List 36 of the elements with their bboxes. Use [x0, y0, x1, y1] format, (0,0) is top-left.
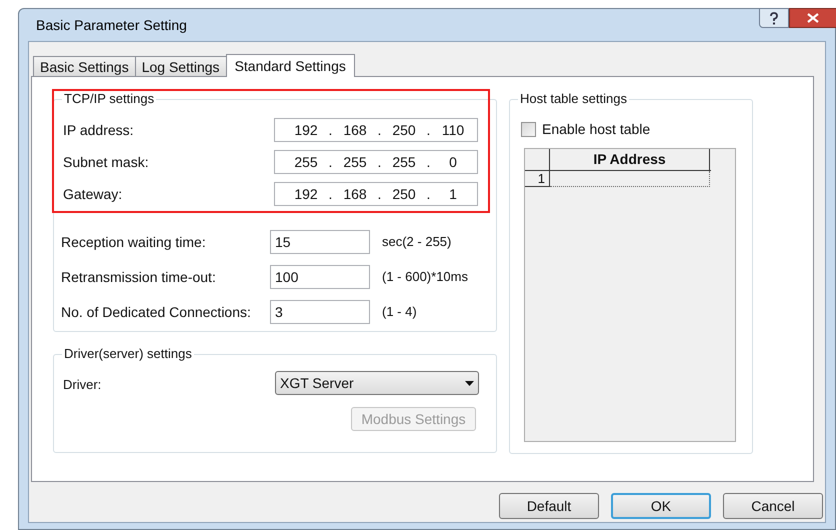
field-label: Reception waiting time: [61, 232, 207, 252]
field-label: Subnet mask: [63, 152, 150, 172]
ip-address-field[interactable]: 192 . 168 . 250 . 1 [274, 182, 478, 206]
help-icon [769, 12, 779, 24]
number-field[interactable]: 3 [270, 300, 370, 324]
group-title: Driver(server) settings [62, 346, 194, 362]
tab[interactable]: Basic Settings [33, 56, 136, 76]
range-hint: (1 - 600)*10ms [382, 268, 468, 286]
dialog-button[interactable]: Cancel [723, 493, 823, 519]
field-label: No. of Dedicated Connections: [61, 302, 252, 322]
tab[interactable]: Standard Settings [226, 54, 355, 77]
group-title: TCP/IP settings [62, 91, 156, 107]
help-button[interactable] [759, 8, 789, 28]
ip-address-field[interactable]: 255 . 255 . 255 . 0 [274, 150, 478, 174]
table-cell[interactable] [550, 171, 710, 187]
checkbox-label: Enable host table [542, 120, 650, 139]
number-field[interactable]: 15 [270, 230, 370, 254]
close-button[interactable] [789, 8, 836, 28]
close-icon [807, 13, 819, 23]
driver-dropdown[interactable]: XGT Server [275, 371, 479, 395]
dialog-button[interactable]: Default [499, 493, 599, 519]
window-title: Basic Parameter Setting [36, 16, 187, 35]
range-hint: (1 - 4) [382, 303, 417, 322]
ip-address-field[interactable]: 192 . 168 . 250 . 110 [274, 118, 478, 142]
range-hint: sec(2 - 255) [382, 233, 452, 252]
group-title: Host table settings [518, 91, 629, 107]
field-label: Retransmission time-out: [61, 268, 217, 286]
dialog-button[interactable]: OK [611, 493, 711, 519]
tab[interactable]: Log Settings [134, 56, 227, 76]
field-label: Gateway: [63, 184, 124, 204]
checkbox[interactable] [521, 122, 536, 137]
number-field[interactable]: 100 [270, 265, 370, 289]
field-label: IP address: [63, 120, 135, 140]
driver-label: Driver: [63, 377, 102, 394]
dropdown-arrow-icon [465, 380, 474, 386]
row-number: 1 [525, 171, 550, 187]
